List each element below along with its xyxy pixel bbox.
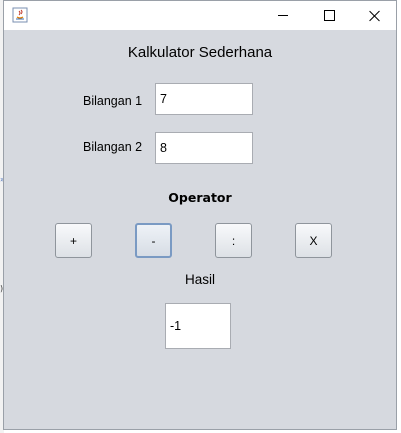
bilangan2-input[interactable]: 8: [155, 132, 253, 164]
bilangan2-label: Bilangan 2: [83, 140, 143, 154]
app-title: Kalkulator Sederhana: [127, 44, 273, 61]
close-button[interactable]: [352, 1, 398, 30]
title-bar: [4, 1, 396, 30]
maximize-icon: [323, 10, 335, 21]
divide-button[interactable]: :: [215, 223, 252, 258]
multiply-button[interactable]: X: [295, 223, 332, 258]
operator-heading: Operator: [168, 190, 232, 205]
close-icon: [369, 10, 381, 22]
maximize-button[interactable]: [306, 1, 352, 30]
add-button[interactable]: +: [55, 223, 92, 258]
hasil-label: Hasil: [184, 272, 215, 287]
calculator-window: Kalkulator Sederhana Bilangan 1 7 Bilang…: [3, 0, 397, 430]
subtract-button[interactable]: -: [135, 223, 172, 258]
java-icon: [12, 7, 28, 23]
minimize-icon: [278, 15, 288, 16]
hasil-output[interactable]: -1: [165, 303, 231, 349]
bilangan1-label: Bilangan 1: [83, 94, 143, 108]
minimize-button[interactable]: [260, 1, 306, 30]
bilangan1-input[interactable]: 7: [155, 83, 253, 115]
